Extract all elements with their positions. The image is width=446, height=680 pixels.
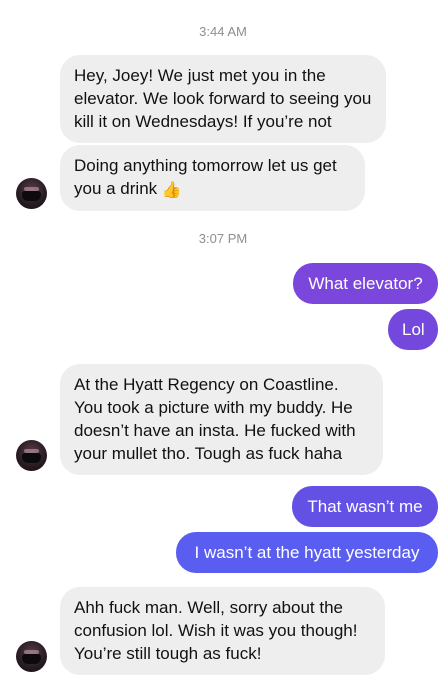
message-bubble-incoming[interactable]: Doing anything tomorrow let us get you a… bbox=[60, 145, 365, 211]
message-bubble-outgoing[interactable]: Lol bbox=[388, 309, 438, 350]
thumbs-up-emoji: 👍 bbox=[161, 182, 182, 199]
contact-avatar[interactable] bbox=[16, 641, 47, 672]
message-text: Lol bbox=[402, 320, 425, 339]
message-text: At the Hyatt Regency on Coastline. You t… bbox=[74, 375, 356, 463]
message-text: What elevator? bbox=[308, 274, 423, 293]
message-bubble-outgoing[interactable]: That wasn’t me bbox=[292, 486, 438, 527]
message-bubble-incoming[interactable]: At the Hyatt Regency on Coastline. You t… bbox=[60, 364, 383, 475]
message-bubble-outgoing[interactable]: What elevator? bbox=[293, 263, 438, 304]
timestamp-1: 3:44 AM bbox=[199, 24, 247, 39]
message-text: That wasn’t me bbox=[307, 497, 423, 516]
message-bubble-outgoing[interactable]: I wasn’t at the hyatt yesterday bbox=[176, 532, 438, 573]
message-text: I wasn’t at the hyatt yesterday bbox=[194, 543, 420, 562]
message-bubble-incoming[interactable]: Ahh fuck man. Well, sorry about the conf… bbox=[60, 587, 385, 675]
message-text: Hey, Joey! We just met you in the elevat… bbox=[74, 66, 372, 131]
contact-avatar[interactable] bbox=[16, 178, 47, 209]
message-bubble-incoming[interactable]: Hey, Joey! We just met you in the elevat… bbox=[60, 55, 386, 143]
contact-avatar[interactable] bbox=[16, 440, 47, 471]
timestamp-2: 3:07 PM bbox=[198, 231, 248, 246]
message-text: Ahh fuck man. Well, sorry about the conf… bbox=[74, 598, 358, 663]
message-text: Doing anything tomorrow let us get you a… bbox=[74, 156, 337, 198]
